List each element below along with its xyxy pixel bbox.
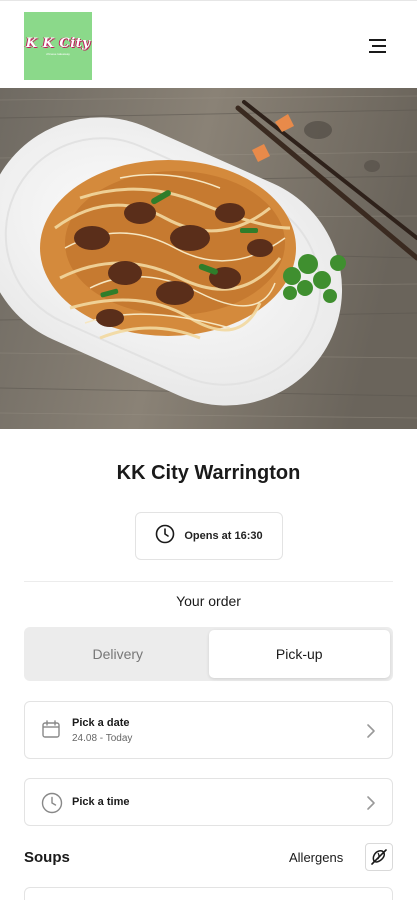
pick-time-label: Pick a time [72,796,130,808]
clock-icon [41,792,63,819]
logo-subtext: chinese takeaway [46,52,70,56]
opening-hours-badge: Opens at 16:30 [135,512,283,560]
menu-section-title: Soups [24,849,70,866]
allergens-label[interactable]: Allergens [289,850,343,865]
clock-icon [155,524,175,549]
opening-hours-text: Opens at 16:30 [184,530,263,542]
hero-food-image [0,88,417,429]
menu-item-card[interactable] [24,887,393,900]
pick-date-value: 24.08 - Today [72,733,133,744]
allergens-filter-icon[interactable] [365,843,393,871]
pick-date-label: Pick a date [72,717,130,729]
app-header: K K City chinese takeaway [0,0,417,88]
pick-time-button[interactable]: Pick a time [24,778,393,826]
logo-text: K K City [25,36,91,51]
chevron-right-icon [366,795,376,816]
hamburger-menu-icon[interactable] [366,35,390,57]
order-mode-toggle: Delivery Pick-up [24,627,393,681]
pick-date-button[interactable]: Pick a date 24.08 - Today [24,701,393,759]
section-divider [24,581,393,582]
chevron-right-icon [366,723,376,744]
pickup-option[interactable]: Pick-up [208,630,390,678]
your-order-heading: Your order [176,593,241,609]
restaurant-name: KK City Warrington [116,462,301,484]
restaurant-logo[interactable]: K K City chinese takeaway [24,12,92,80]
delivery-option[interactable]: Delivery [27,630,209,678]
calendar-icon [41,719,61,744]
